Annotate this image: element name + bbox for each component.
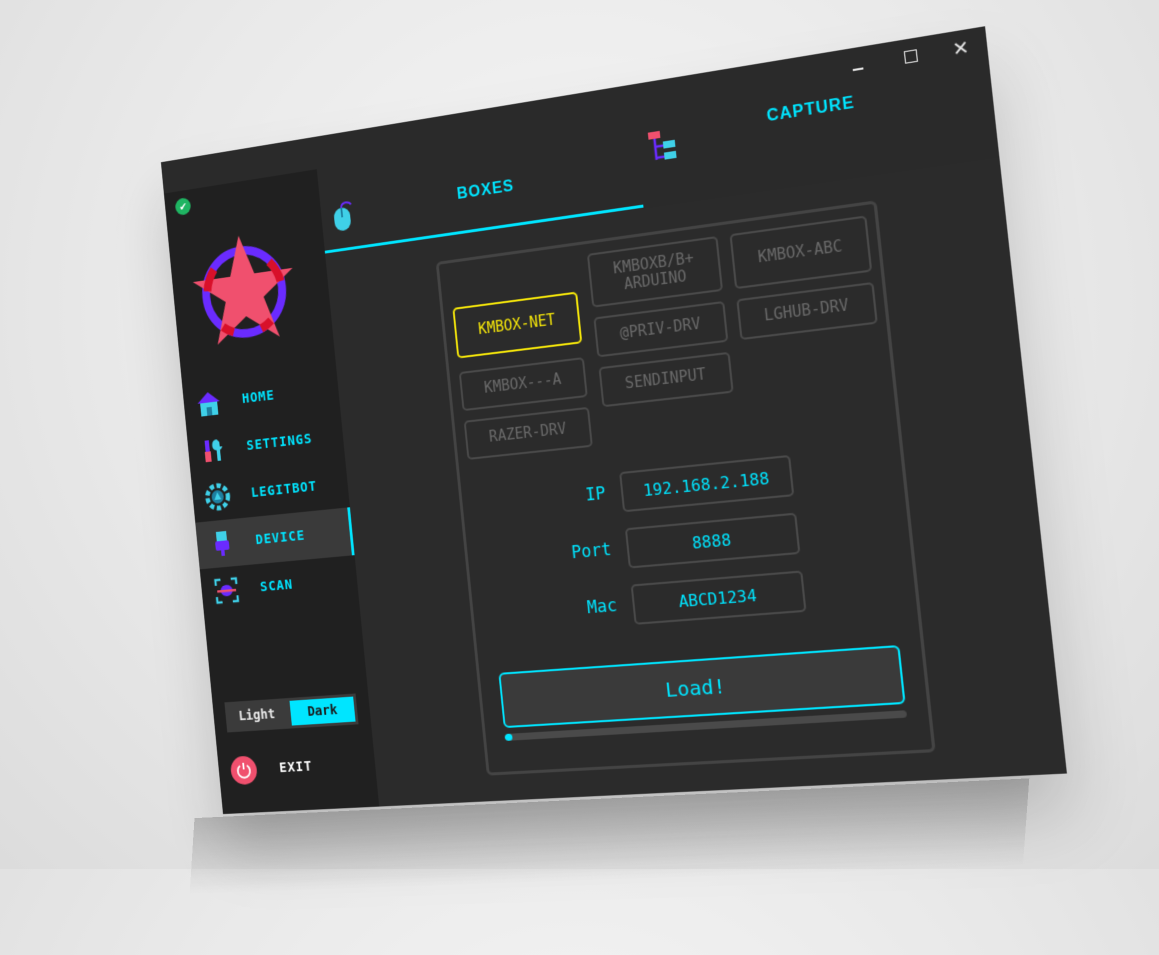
tools-icon (197, 433, 229, 468)
mac-field[interactable]: ABCD1234 (631, 570, 807, 624)
device-razer-drv[interactable]: RAZER-DRV (464, 407, 593, 460)
sidebar-item-label: LEGITBOT (250, 479, 317, 501)
theme-dark-option[interactable]: Dark (289, 697, 355, 726)
port-field[interactable]: 8888 (625, 513, 801, 569)
tab-label: BOXES (456, 178, 515, 204)
theme-toggle[interactable]: Light Dark (224, 693, 358, 732)
sidebar-item-label: HOME (241, 388, 275, 407)
mouse-icon (329, 198, 359, 234)
device-kmbox-a[interactable]: KMBOX---A (459, 357, 588, 411)
close-button[interactable]: ✕ (937, 31, 984, 65)
scan-icon (211, 573, 243, 607)
minimize-button[interactable] (835, 48, 880, 82)
tab-label: CAPTURE (766, 94, 856, 126)
minimize-icon (853, 68, 864, 71)
exit-button[interactable]: EXIT (230, 752, 314, 785)
maximize-icon (904, 49, 918, 64)
sidebar-item-label: SETTINGS (246, 431, 313, 454)
ip-label: IP (547, 484, 607, 510)
device-sendinput[interactable]: SENDINPUT (599, 352, 734, 407)
device-priv-drv[interactable]: @PRIV-DRV (593, 301, 728, 357)
exit-label: EXIT (279, 759, 314, 776)
hierarchy-icon (646, 126, 679, 165)
sidebar-item-label: SCAN (259, 577, 293, 595)
gear-icon (202, 479, 234, 514)
home-icon (193, 386, 225, 421)
load-progress-fill (504, 734, 512, 741)
device-kmbox-net[interactable]: KMBOX-NET (452, 292, 582, 359)
shield-check-icon: ✔ (175, 197, 192, 216)
device-kmboxb-arduino[interactable]: KMBOXB/B+ ARDUINO (587, 236, 723, 308)
theme-light-option[interactable]: Light (224, 698, 289, 732)
port-label: Port (552, 540, 612, 565)
usb-icon (206, 526, 238, 561)
close-icon: ✕ (951, 36, 970, 61)
device-lghub-drv[interactable]: LGHUB-DRV (736, 282, 878, 340)
logo-star-icon (187, 226, 301, 353)
sidebar-item-label: DEVICE (255, 528, 306, 548)
ip-field[interactable]: 192.168.2.188 (619, 455, 794, 512)
maximize-button[interactable] (888, 39, 934, 73)
power-icon (230, 755, 259, 785)
app-window: ✕ ✔ HOME SETTINGS LEGITBOT DEVICE SCAN L… (161, 26, 1067, 814)
mac-label: Mac (558, 596, 618, 621)
device-kmbox-abc[interactable]: KMBOX-ABC (729, 215, 872, 289)
scene: ✕ ✔ HOME SETTINGS LEGITBOT DEVICE SCAN L… (0, 0, 1159, 869)
main-content: KMBOX-NET KMBOX---A RAZER-DRV KMBOXB/B+ … (325, 157, 1067, 806)
device-panel: KMBOX-NET KMBOX---A RAZER-DRV KMBOXB/B+ … (436, 200, 936, 775)
sidebar-nav: HOME SETTINGS LEGITBOT DEVICE SCAN (182, 364, 359, 616)
